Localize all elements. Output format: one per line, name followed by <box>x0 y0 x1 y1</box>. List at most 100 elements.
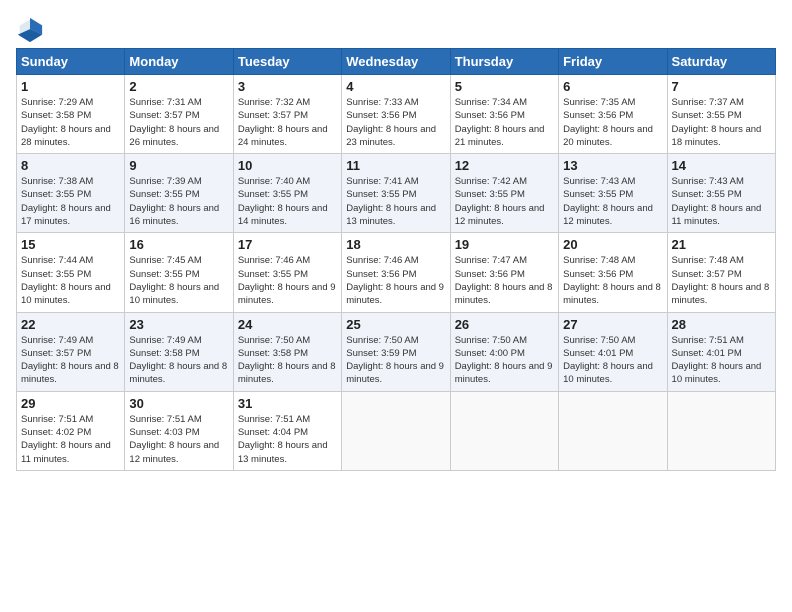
day-number: 7 <box>672 79 771 94</box>
day-number: 28 <box>672 317 771 332</box>
calendar-week-row: 29 Sunrise: 7:51 AMSunset: 4:02 PMDaylig… <box>17 391 776 470</box>
calendar-day-cell: 25 Sunrise: 7:50 AMSunset: 3:59 PMDaylig… <box>342 312 450 391</box>
weekday-header: Friday <box>559 49 667 75</box>
calendar-header: SundayMondayTuesdayWednesdayThursdayFrid… <box>17 49 776 75</box>
calendar-week-row: 22 Sunrise: 7:49 AMSunset: 3:57 PMDaylig… <box>17 312 776 391</box>
calendar-day-cell: 7 Sunrise: 7:37 AMSunset: 3:55 PMDayligh… <box>667 75 775 154</box>
day-info: Sunrise: 7:38 AMSunset: 3:55 PMDaylight:… <box>21 176 111 227</box>
calendar-day-cell: 12 Sunrise: 7:42 AMSunset: 3:55 PMDaylig… <box>450 154 558 233</box>
weekday-header: Tuesday <box>233 49 341 75</box>
calendar-week-row: 15 Sunrise: 7:44 AMSunset: 3:55 PMDaylig… <box>17 233 776 312</box>
day-number: 16 <box>129 237 228 252</box>
calendar-day-cell: 27 Sunrise: 7:50 AMSunset: 4:01 PMDaylig… <box>559 312 667 391</box>
day-info: Sunrise: 7:45 AMSunset: 3:55 PMDaylight:… <box>129 255 219 306</box>
day-info: Sunrise: 7:50 AMSunset: 4:01 PMDaylight:… <box>563 335 653 386</box>
day-number: 29 <box>21 396 120 411</box>
calendar-day-cell: 8 Sunrise: 7:38 AMSunset: 3:55 PMDayligh… <box>17 154 125 233</box>
day-info: Sunrise: 7:43 AMSunset: 3:55 PMDaylight:… <box>672 176 762 227</box>
calendar-day-cell: 19 Sunrise: 7:47 AMSunset: 3:56 PMDaylig… <box>450 233 558 312</box>
day-info: Sunrise: 7:48 AMSunset: 3:56 PMDaylight:… <box>563 255 661 306</box>
day-info: Sunrise: 7:47 AMSunset: 3:56 PMDaylight:… <box>455 255 553 306</box>
day-number: 14 <box>672 158 771 173</box>
calendar-day-cell: 20 Sunrise: 7:48 AMSunset: 3:56 PMDaylig… <box>559 233 667 312</box>
day-number: 9 <box>129 158 228 173</box>
day-number: 26 <box>455 317 554 332</box>
day-info: Sunrise: 7:39 AMSunset: 3:55 PMDaylight:… <box>129 176 219 227</box>
calendar-day-cell: 22 Sunrise: 7:49 AMSunset: 3:57 PMDaylig… <box>17 312 125 391</box>
calendar-day-cell: 17 Sunrise: 7:46 AMSunset: 3:55 PMDaylig… <box>233 233 341 312</box>
day-number: 21 <box>672 237 771 252</box>
calendar-day-cell: 21 Sunrise: 7:48 AMSunset: 3:57 PMDaylig… <box>667 233 775 312</box>
day-info: Sunrise: 7:51 AMSunset: 4:01 PMDaylight:… <box>672 335 762 386</box>
calendar-day-cell: 13 Sunrise: 7:43 AMSunset: 3:55 PMDaylig… <box>559 154 667 233</box>
calendar-day-cell: 15 Sunrise: 7:44 AMSunset: 3:55 PMDaylig… <box>17 233 125 312</box>
day-info: Sunrise: 7:49 AMSunset: 3:57 PMDaylight:… <box>21 335 119 386</box>
calendar-day-cell: 9 Sunrise: 7:39 AMSunset: 3:55 PMDayligh… <box>125 154 233 233</box>
day-number: 23 <box>129 317 228 332</box>
day-number: 12 <box>455 158 554 173</box>
calendar-day-cell: 23 Sunrise: 7:49 AMSunset: 3:58 PMDaylig… <box>125 312 233 391</box>
calendar-day-cell: 10 Sunrise: 7:40 AMSunset: 3:55 PMDaylig… <box>233 154 341 233</box>
day-number: 1 <box>21 79 120 94</box>
calendar-week-row: 1 Sunrise: 7:29 AMSunset: 3:58 PMDayligh… <box>17 75 776 154</box>
calendar-day-cell: 30 Sunrise: 7:51 AMSunset: 4:03 PMDaylig… <box>125 391 233 470</box>
weekday-header: Wednesday <box>342 49 450 75</box>
calendar-day-cell: 31 Sunrise: 7:51 AMSunset: 4:04 PMDaylig… <box>233 391 341 470</box>
day-number: 3 <box>238 79 337 94</box>
calendar-day-cell: 2 Sunrise: 7:31 AMSunset: 3:57 PMDayligh… <box>125 75 233 154</box>
day-number: 17 <box>238 237 337 252</box>
calendar-day-cell: 6 Sunrise: 7:35 AMSunset: 3:56 PMDayligh… <box>559 75 667 154</box>
day-info: Sunrise: 7:48 AMSunset: 3:57 PMDaylight:… <box>672 255 770 306</box>
day-number: 30 <box>129 396 228 411</box>
day-number: 6 <box>563 79 662 94</box>
calendar-body: 1 Sunrise: 7:29 AMSunset: 3:58 PMDayligh… <box>17 75 776 471</box>
day-number: 15 <box>21 237 120 252</box>
weekday-header: Monday <box>125 49 233 75</box>
day-info: Sunrise: 7:51 AMSunset: 4:02 PMDaylight:… <box>21 414 111 465</box>
day-info: Sunrise: 7:33 AMSunset: 3:56 PMDaylight:… <box>346 97 436 148</box>
day-number: 27 <box>563 317 662 332</box>
calendar-day-cell: 4 Sunrise: 7:33 AMSunset: 3:56 PMDayligh… <box>342 75 450 154</box>
day-number: 22 <box>21 317 120 332</box>
day-info: Sunrise: 7:51 AMSunset: 4:03 PMDaylight:… <box>129 414 219 465</box>
logo-icon <box>16 16 44 44</box>
day-info: Sunrise: 7:43 AMSunset: 3:55 PMDaylight:… <box>563 176 653 227</box>
day-number: 13 <box>563 158 662 173</box>
day-number: 4 <box>346 79 445 94</box>
calendar-week-row: 8 Sunrise: 7:38 AMSunset: 3:55 PMDayligh… <box>17 154 776 233</box>
day-number: 31 <box>238 396 337 411</box>
calendar-day-cell <box>667 391 775 470</box>
day-info: Sunrise: 7:50 AMSunset: 3:58 PMDaylight:… <box>238 335 336 386</box>
day-info: Sunrise: 7:29 AMSunset: 3:58 PMDaylight:… <box>21 97 111 148</box>
day-info: Sunrise: 7:44 AMSunset: 3:55 PMDaylight:… <box>21 255 111 306</box>
day-number: 10 <box>238 158 337 173</box>
calendar-day-cell <box>450 391 558 470</box>
day-info: Sunrise: 7:51 AMSunset: 4:04 PMDaylight:… <box>238 414 328 465</box>
calendar-day-cell: 18 Sunrise: 7:46 AMSunset: 3:56 PMDaylig… <box>342 233 450 312</box>
day-info: Sunrise: 7:31 AMSunset: 3:57 PMDaylight:… <box>129 97 219 148</box>
day-info: Sunrise: 7:46 AMSunset: 3:55 PMDaylight:… <box>238 255 336 306</box>
day-number: 11 <box>346 158 445 173</box>
calendar-day-cell: 14 Sunrise: 7:43 AMSunset: 3:55 PMDaylig… <box>667 154 775 233</box>
day-info: Sunrise: 7:50 AMSunset: 4:00 PMDaylight:… <box>455 335 553 386</box>
day-info: Sunrise: 7:46 AMSunset: 3:56 PMDaylight:… <box>346 255 444 306</box>
calendar-day-cell <box>342 391 450 470</box>
day-number: 20 <box>563 237 662 252</box>
day-number: 18 <box>346 237 445 252</box>
logo <box>16 16 48 44</box>
day-number: 25 <box>346 317 445 332</box>
calendar-day-cell: 3 Sunrise: 7:32 AMSunset: 3:57 PMDayligh… <box>233 75 341 154</box>
day-info: Sunrise: 7:37 AMSunset: 3:55 PMDaylight:… <box>672 97 762 148</box>
calendar-day-cell: 28 Sunrise: 7:51 AMSunset: 4:01 PMDaylig… <box>667 312 775 391</box>
page-header <box>16 16 776 44</box>
calendar-day-cell: 1 Sunrise: 7:29 AMSunset: 3:58 PMDayligh… <box>17 75 125 154</box>
day-number: 24 <box>238 317 337 332</box>
calendar-day-cell: 11 Sunrise: 7:41 AMSunset: 3:55 PMDaylig… <box>342 154 450 233</box>
calendar-table: SundayMondayTuesdayWednesdayThursdayFrid… <box>16 48 776 471</box>
day-info: Sunrise: 7:40 AMSunset: 3:55 PMDaylight:… <box>238 176 328 227</box>
day-number: 2 <box>129 79 228 94</box>
day-info: Sunrise: 7:42 AMSunset: 3:55 PMDaylight:… <box>455 176 545 227</box>
weekday-header: Saturday <box>667 49 775 75</box>
weekday-header-row: SundayMondayTuesdayWednesdayThursdayFrid… <box>17 49 776 75</box>
day-number: 5 <box>455 79 554 94</box>
